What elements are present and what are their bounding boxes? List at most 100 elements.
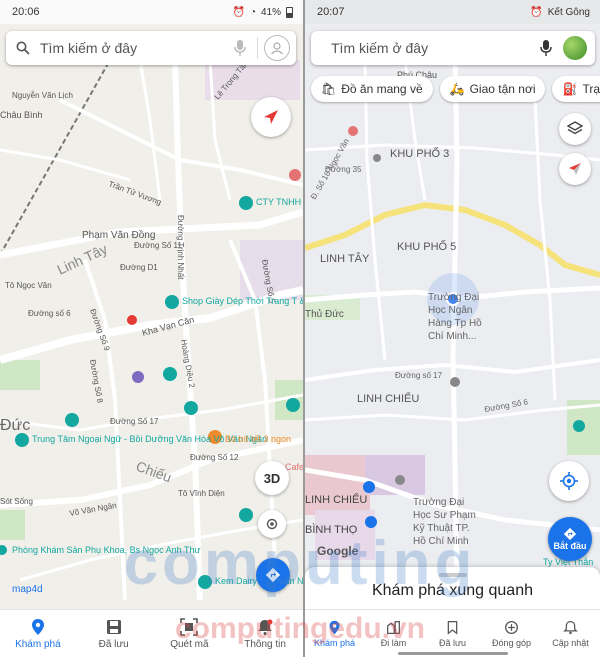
search-input[interactable]: Tìm kiếm ở đây (40, 40, 233, 56)
3d-button[interactable]: 3D (255, 461, 289, 495)
poi-label: Kỹ Thuật TP. (413, 523, 470, 534)
microphone-icon[interactable] (233, 39, 247, 57)
directions-icon (265, 567, 281, 583)
status-time: 20:06 (12, 6, 40, 18)
nav-explore[interactable]: Khám phá (305, 610, 364, 657)
layers-icon (567, 121, 583, 135)
bell-icon (258, 619, 273, 635)
poi-label: Shop Giày Dép Thời Trang T & H (182, 296, 303, 306)
area-label: KHU PHỐ 3 (390, 146, 449, 160)
road-label: Nguyễn Văn Lịch (12, 91, 73, 100)
bottom-navigation: Khám phá Đi làm Đã lưu Đóng góp Cập nhật (305, 609, 600, 657)
delivery-icon: 🛵 (449, 82, 465, 96)
chip-label: Đồ ăn mang về (341, 82, 423, 96)
nav-updates[interactable]: Cập nhật (541, 610, 600, 657)
area-label: LINH TÂY (320, 252, 370, 265)
road-label: Đường Số 17 (110, 417, 159, 426)
area-label: Thủ Đức (305, 308, 344, 320)
home-indicator (397, 652, 508, 655)
navigation-arrow-icon (264, 110, 278, 124)
avatar[interactable] (563, 36, 587, 60)
microphone-icon[interactable] (539, 39, 553, 57)
save-icon (106, 619, 121, 634)
nav-saved[interactable]: Đã lưu (76, 610, 152, 657)
road-label: Tô Vĩnh Diện (178, 489, 225, 498)
poi-label: Hàng Tp Hồ (428, 317, 482, 329)
area-label: KHU PHỐ 5 (397, 239, 456, 253)
status-bar: 20:07 ⏰ Kết Gông (305, 0, 600, 24)
left-map[interactable]: Phạm Văn Đồng Linh Tây Kha Vạn Cân Đức C… (0, 0, 303, 657)
poi-label: Trường Đại (413, 497, 464, 508)
bottom-navigation: Khám phá Đã lưu Quét mã Thông tin (0, 609, 303, 657)
directions-icon (563, 527, 577, 541)
commute-icon (387, 620, 400, 634)
my-location-button[interactable] (549, 461, 589, 501)
right-screenshot-panel: KHU PHỐ 3 KHU PHỐ 5 LINH TÂY LINH CHIỂU … (305, 0, 600, 657)
account-button[interactable] (264, 35, 290, 61)
poi-label: Phòng Khám Sản Phụ Khoa, Bs Ngọc Anh Thư (12, 545, 200, 555)
nav-label: Cập nhật (552, 637, 589, 648)
poi-label: Trường Đại (428, 292, 479, 303)
chip-label: Giao tận nơi (469, 82, 536, 96)
scan-icon (180, 617, 199, 636)
poi-label: Chí Minh... (428, 331, 476, 342)
nav-info[interactable]: Thông tin (227, 610, 303, 657)
bookmark-icon (447, 620, 458, 635)
bell-icon (563, 620, 578, 634)
compass-icon (569, 163, 581, 175)
road-label: Phạm Văn Đồng (82, 229, 155, 241)
nav-label: Đã lưu (98, 638, 129, 650)
layers-button[interactable] (559, 113, 591, 145)
nav-label: Đóng góp (491, 637, 532, 648)
compass-button[interactable] (251, 97, 291, 137)
search-bar[interactable]: Tìm kiếm ở đây (311, 31, 595, 65)
search-icon (16, 41, 30, 55)
search-bar[interactable]: Tìm kiếm ở đây (6, 31, 296, 65)
road-label: Đường D1 (120, 263, 158, 272)
nav-label: Khám phá (15, 638, 61, 650)
poi-label: Học Sư Phạm (413, 510, 476, 521)
google-logo: Google (317, 544, 359, 558)
nav-commute[interactable]: Đi làm (364, 610, 423, 657)
chip-delivery[interactable]: 🛵 Giao tận nơi (439, 76, 546, 102)
nav-label: Thông tin (244, 638, 286, 650)
alarm-icon: ⏰ (232, 6, 245, 18)
road-label: Đường Số 12 (190, 453, 239, 462)
nav-explore[interactable]: Khám phá (0, 610, 76, 657)
alarm-icon: ⏰ (530, 6, 543, 18)
status-time: 20:07 (317, 6, 345, 18)
target-icon (266, 518, 278, 530)
area-label: Đức (0, 417, 30, 434)
start-navigation-button[interactable]: Bắt đầu (548, 517, 592, 561)
battery-icon (286, 6, 293, 18)
status-icons: ⏰ ◔ 41% (232, 6, 303, 18)
left-screenshot-panel: Phạm Văn Đồng Linh Tây Kha Vạn Cân Đức C… (0, 0, 303, 657)
category-chips: 🛍 Đồ ăn mang về 🛵 Giao tận nơi ⛽ Trạm xă… (311, 76, 600, 102)
nav-saved[interactable]: Đã lưu (423, 610, 482, 657)
target-icon (560, 472, 578, 490)
nav-scan[interactable]: Quét mã (152, 610, 228, 657)
area-label: Châu Bình (0, 110, 43, 120)
takeout-icon: 🛍 (321, 82, 337, 96)
poi-label: Hồ Chí Minh (413, 535, 469, 547)
poi-label: Học Ngân (428, 305, 472, 316)
directions-button[interactable] (256, 558, 290, 592)
road-label: Tô Ngọc Vân (5, 281, 52, 290)
chip-takeout[interactable]: 🛍 Đồ ăn mang về (311, 76, 433, 102)
person-icon (271, 42, 283, 55)
search-divider (257, 37, 258, 59)
poi-label: Bò bít tết 3 ngon (225, 434, 291, 444)
area-label: BÌNH THỌ (305, 523, 358, 536)
start-label: Bắt đầu (553, 541, 587, 551)
area-label: LINH CHIỂU (305, 493, 367, 506)
road-label: Sót Sống (0, 497, 33, 506)
add-circle-icon (505, 620, 518, 634)
explore-sheet[interactable]: Khám phá xung quanh (305, 567, 600, 609)
search-input[interactable]: Tìm kiếm ở đây (331, 40, 539, 56)
nav-contribute[interactable]: Đóng góp (482, 610, 541, 657)
my-location-button[interactable] (258, 510, 286, 538)
sheet-handle[interactable] (438, 573, 467, 577)
chip-gas-station[interactable]: ⛽ Trạm xăng (552, 76, 600, 102)
3d-label: 3D (263, 470, 281, 486)
compass-button[interactable] (559, 153, 591, 185)
